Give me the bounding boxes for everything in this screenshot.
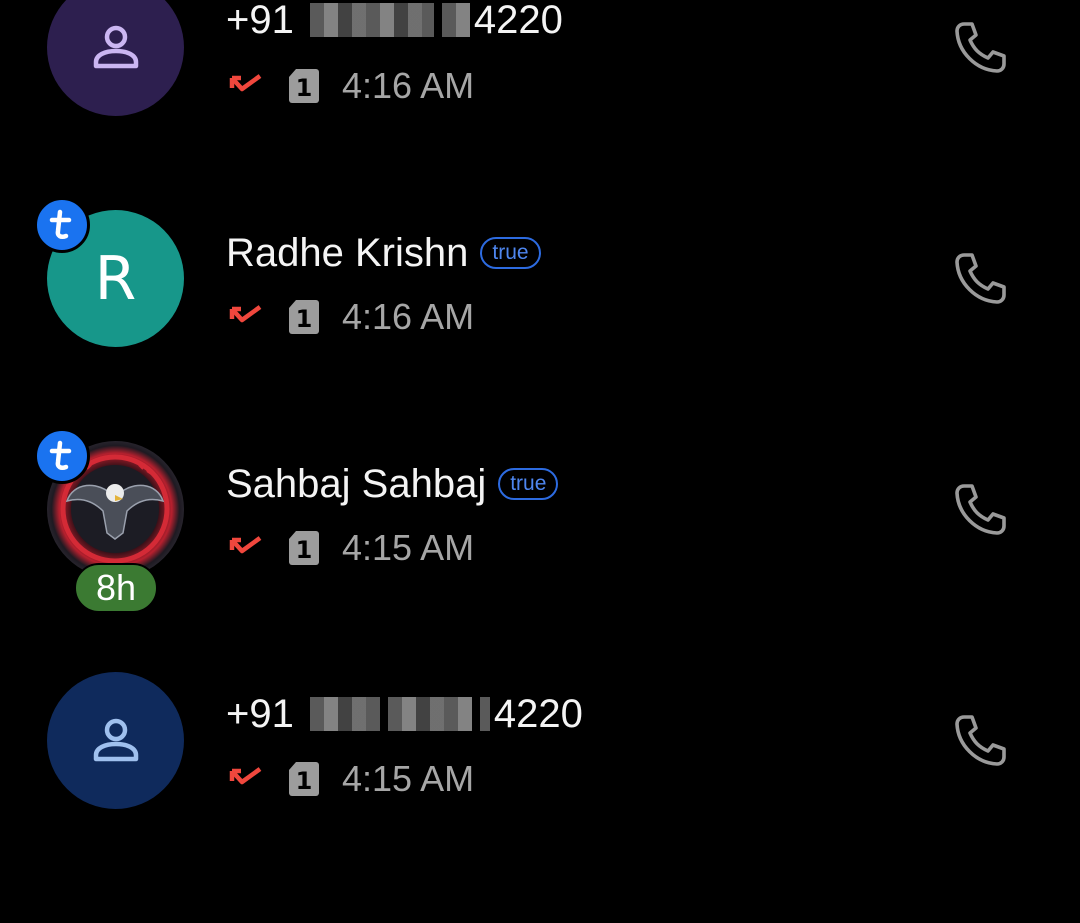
call-time: 4:15 AM: [342, 758, 475, 799]
number-suffix: 4220: [493, 691, 583, 736]
svg-text:1: 1: [296, 767, 313, 795]
person-icon: [93, 25, 138, 68]
phone-icon: [955, 715, 1006, 766]
call-log-row[interactable]: 8h Sahbaj Sahbaj true 1 4:15 AM: [0, 428, 1080, 693]
sim-card-icon: 1: [289, 69, 319, 103]
contact-avatar[interactable]: [47, 672, 184, 809]
redacted-digits: [309, 697, 380, 731]
sim-card-icon: 1: [289, 762, 319, 796]
truecaller-badge: [34, 428, 90, 484]
call-time: 4:16 AM: [342, 296, 475, 337]
sim-card-icon: 1: [289, 300, 319, 334]
call-button[interactable]: [942, 241, 1018, 317]
missed-call-icon: [229, 767, 262, 785]
call-button[interactable]: [942, 472, 1018, 548]
call-log-row[interactable]: R Radhe Krishn true 1 4:16 AM: [0, 197, 1080, 462]
truecaller-tag: true: [498, 468, 559, 500]
call-button[interactable]: [942, 10, 1018, 86]
number-prefix: +91: [226, 691, 294, 736]
call-time: 4:16 AM: [342, 65, 475, 106]
number-prefix: +91: [226, 0, 294, 42]
person-icon: [93, 718, 138, 761]
missed-call-icon: [229, 305, 262, 323]
contact-avatar[interactable]: [47, 0, 184, 116]
call-log-row[interactable]: +91 4220 1 4:15 AM: [0, 672, 1080, 923]
duration-badge: 8h: [74, 563, 158, 613]
call-meta: 1 4:16 AM: [228, 65, 475, 106]
phone-icon: [955, 484, 1006, 535]
svg-text:1: 1: [296, 305, 313, 333]
number-suffix: 4220: [473, 0, 563, 42]
caller-number: +91 4220: [226, 689, 583, 739]
caller-name: Sahbaj Sahbaj: [226, 461, 487, 506]
redacted-digits: [441, 3, 470, 37]
sim-card-icon: 1: [289, 531, 319, 565]
missed-call-icon: [229, 74, 262, 92]
call-meta: 1 4:15 AM: [228, 527, 475, 568]
missed-call-icon: [229, 536, 262, 554]
truecaller-badge: [34, 197, 90, 253]
caller-number: +91 4220: [226, 0, 563, 45]
redacted-digits: [479, 697, 490, 731]
phone-icon: [955, 253, 1006, 304]
svg-text:1: 1: [296, 74, 313, 102]
truecaller-t-icon: [49, 209, 72, 240]
svg-text:1: 1: [296, 536, 313, 564]
call-button[interactable]: [942, 703, 1018, 779]
call-time: 4:15 AM: [342, 527, 475, 568]
redacted-digits: [387, 697, 472, 731]
avatar-initial: R: [94, 243, 137, 314]
truecaller-tag: true: [480, 237, 541, 269]
phone-icon: [955, 22, 1006, 73]
call-meta: 1 4:15 AM: [228, 758, 475, 799]
caller-name: Radhe Krishn: [226, 230, 469, 275]
redacted-digits: [309, 3, 434, 37]
call-log-row[interactable]: +91 4220 1 4:16 AM: [0, 0, 1080, 231]
caller-name-line: Sahbaj Sahbaj true: [226, 459, 559, 509]
call-meta: 1 4:16 AM: [228, 296, 475, 337]
truecaller-t-icon: [49, 440, 72, 471]
caller-name-line: Radhe Krishn true: [226, 228, 541, 278]
call-log-list: +91 4220 1 4:16 AM R Radhe Krishn true 1…: [0, 0, 1080, 866]
